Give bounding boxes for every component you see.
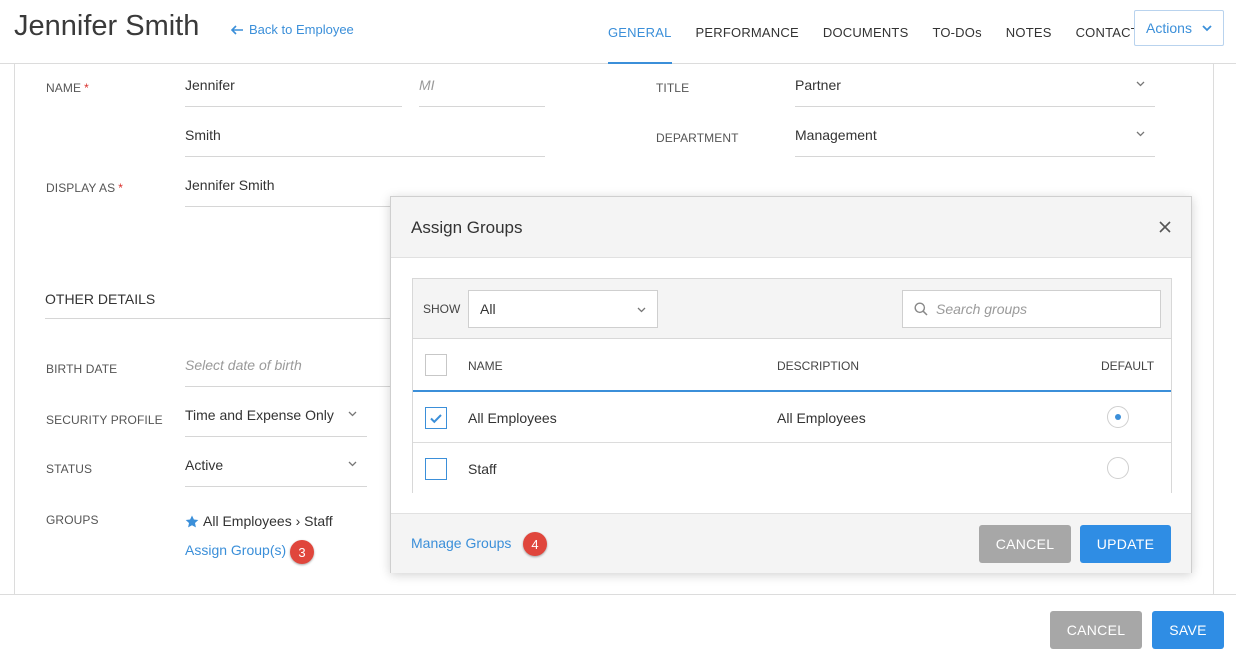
groups-table: SHOW All NAME DESCRIPTION DEFAULT All Em… bbox=[412, 278, 1172, 494]
step-badge: 3 bbox=[290, 540, 314, 564]
back-to-employee-link[interactable]: Back to Employee bbox=[231, 22, 354, 37]
chevron-down-icon bbox=[637, 307, 646, 313]
table-row[interactable]: Staff bbox=[413, 443, 1171, 494]
required-mark: * bbox=[84, 81, 89, 95]
title-label: TITLE bbox=[656, 81, 690, 95]
column-header-default: DEFAULT bbox=[1101, 359, 1155, 373]
title-value: Partner bbox=[795, 77, 841, 93]
security-profile-label: SECURITY PROFILE bbox=[46, 413, 163, 427]
assign-groups-dialog: Assign Groups SHOW All NAME DESCRIPTION … bbox=[390, 196, 1192, 573]
checkmark-icon bbox=[430, 414, 442, 424]
dialog-footer: Manage Groups 4 CANCEL UPDATE bbox=[391, 513, 1191, 573]
tab-notes[interactable]: NOTES bbox=[994, 0, 1064, 64]
step-badge: 4 bbox=[523, 532, 547, 556]
tab-general[interactable]: GENERAL bbox=[596, 0, 684, 65]
arrow-left-icon bbox=[231, 24, 243, 35]
show-label: SHOW bbox=[423, 302, 461, 316]
default-radio[interactable] bbox=[1107, 406, 1129, 428]
default-radio[interactable] bbox=[1107, 457, 1129, 479]
status-select[interactable]: Active bbox=[185, 444, 367, 487]
star-icon bbox=[185, 515, 199, 527]
chevron-down-icon bbox=[1202, 24, 1212, 31]
group-description: All Employees bbox=[777, 410, 866, 426]
select-all-checkbox[interactable] bbox=[425, 354, 447, 376]
chevron-down-icon bbox=[1136, 131, 1145, 137]
dialog-title: Assign Groups bbox=[411, 218, 523, 237]
update-button[interactable]: UPDATE bbox=[1080, 525, 1171, 563]
birth-date-label: BIRTH DATE bbox=[46, 362, 118, 376]
section-divider bbox=[45, 318, 405, 319]
table-header: NAME DESCRIPTION DEFAULT bbox=[413, 339, 1171, 392]
security-profile-value: Time and Expense Only bbox=[185, 407, 334, 423]
dialog-cancel-button[interactable]: CANCEL bbox=[979, 525, 1071, 563]
groups-list: All Employees › Staff bbox=[203, 513, 333, 529]
groups-label: GROUPS bbox=[46, 513, 99, 527]
middle-initial-field[interactable]: MI bbox=[419, 64, 545, 107]
required-mark: * bbox=[118, 181, 124, 195]
page-header: Jennifer Smith Back to Employee GENERAL … bbox=[0, 0, 1236, 65]
security-profile-select[interactable]: Time and Expense Only bbox=[185, 394, 367, 437]
tab-todos[interactable]: TO-DOs bbox=[920, 0, 993, 64]
birth-date-field[interactable]: Select date of birth bbox=[185, 344, 405, 387]
status-label: STATUS bbox=[46, 462, 93, 476]
row-checkbox[interactable] bbox=[425, 458, 447, 480]
display-as-field[interactable]: Jennifer Smith bbox=[185, 164, 405, 207]
table-toolbar: SHOW All bbox=[413, 279, 1171, 339]
show-filter-value: All bbox=[480, 301, 496, 317]
column-header-description[interactable]: DESCRIPTION bbox=[777, 359, 859, 373]
actions-button[interactable]: Actions bbox=[1134, 10, 1224, 46]
table-row[interactable]: All Employees All Employees bbox=[413, 392, 1171, 443]
row-checkbox[interactable] bbox=[425, 407, 447, 429]
status-value: Active bbox=[185, 457, 224, 473]
chevron-down-icon bbox=[1136, 81, 1145, 87]
tab-performance[interactable]: PERFORMANCE bbox=[684, 0, 811, 64]
department-value: Management bbox=[795, 127, 877, 143]
first-name-field[interactable]: Jennifer bbox=[185, 64, 402, 107]
display-as-label: DISPLAY AS * bbox=[46, 181, 124, 195]
groups-value: All Employees › Staff bbox=[185, 513, 333, 529]
page-footer: CANCEL SAVE bbox=[0, 594, 1236, 663]
close-icon[interactable] bbox=[1159, 221, 1171, 233]
title-select[interactable]: Partner bbox=[795, 64, 1155, 107]
department-select[interactable]: Management bbox=[795, 114, 1155, 157]
back-link-label: Back to Employee bbox=[249, 22, 354, 37]
chevron-down-icon bbox=[348, 461, 357, 467]
group-name: Staff bbox=[468, 461, 497, 477]
group-name: All Employees bbox=[468, 410, 557, 426]
show-filter-select[interactable]: All bbox=[468, 290, 658, 328]
manage-groups-link[interactable]: Manage Groups bbox=[411, 535, 511, 551]
search-icon bbox=[914, 302, 928, 316]
tab-bar: GENERAL PERFORMANCE DOCUMENTS TO-DOs NOT… bbox=[596, 0, 1160, 65]
page-title: Jennifer Smith bbox=[14, 10, 200, 42]
assign-groups-link[interactable]: Assign Group(s) bbox=[185, 542, 286, 558]
last-name-field[interactable]: Smith bbox=[185, 114, 545, 157]
tab-documents[interactable]: DOCUMENTS bbox=[811, 0, 921, 64]
department-label: DEPARTMENT bbox=[656, 131, 739, 145]
other-details-heading: OTHER DETAILS bbox=[45, 291, 156, 307]
save-button[interactable]: SAVE bbox=[1152, 611, 1224, 649]
search-groups-input[interactable] bbox=[936, 301, 1136, 317]
column-header-name[interactable]: NAME bbox=[468, 359, 503, 373]
cancel-button[interactable]: CANCEL bbox=[1050, 611, 1142, 649]
actions-label: Actions bbox=[1146, 20, 1192, 36]
chevron-down-icon bbox=[348, 411, 357, 417]
search-groups-box[interactable] bbox=[902, 290, 1161, 328]
dialog-header: Assign Groups bbox=[391, 197, 1191, 258]
name-label: NAME * bbox=[46, 81, 89, 95]
